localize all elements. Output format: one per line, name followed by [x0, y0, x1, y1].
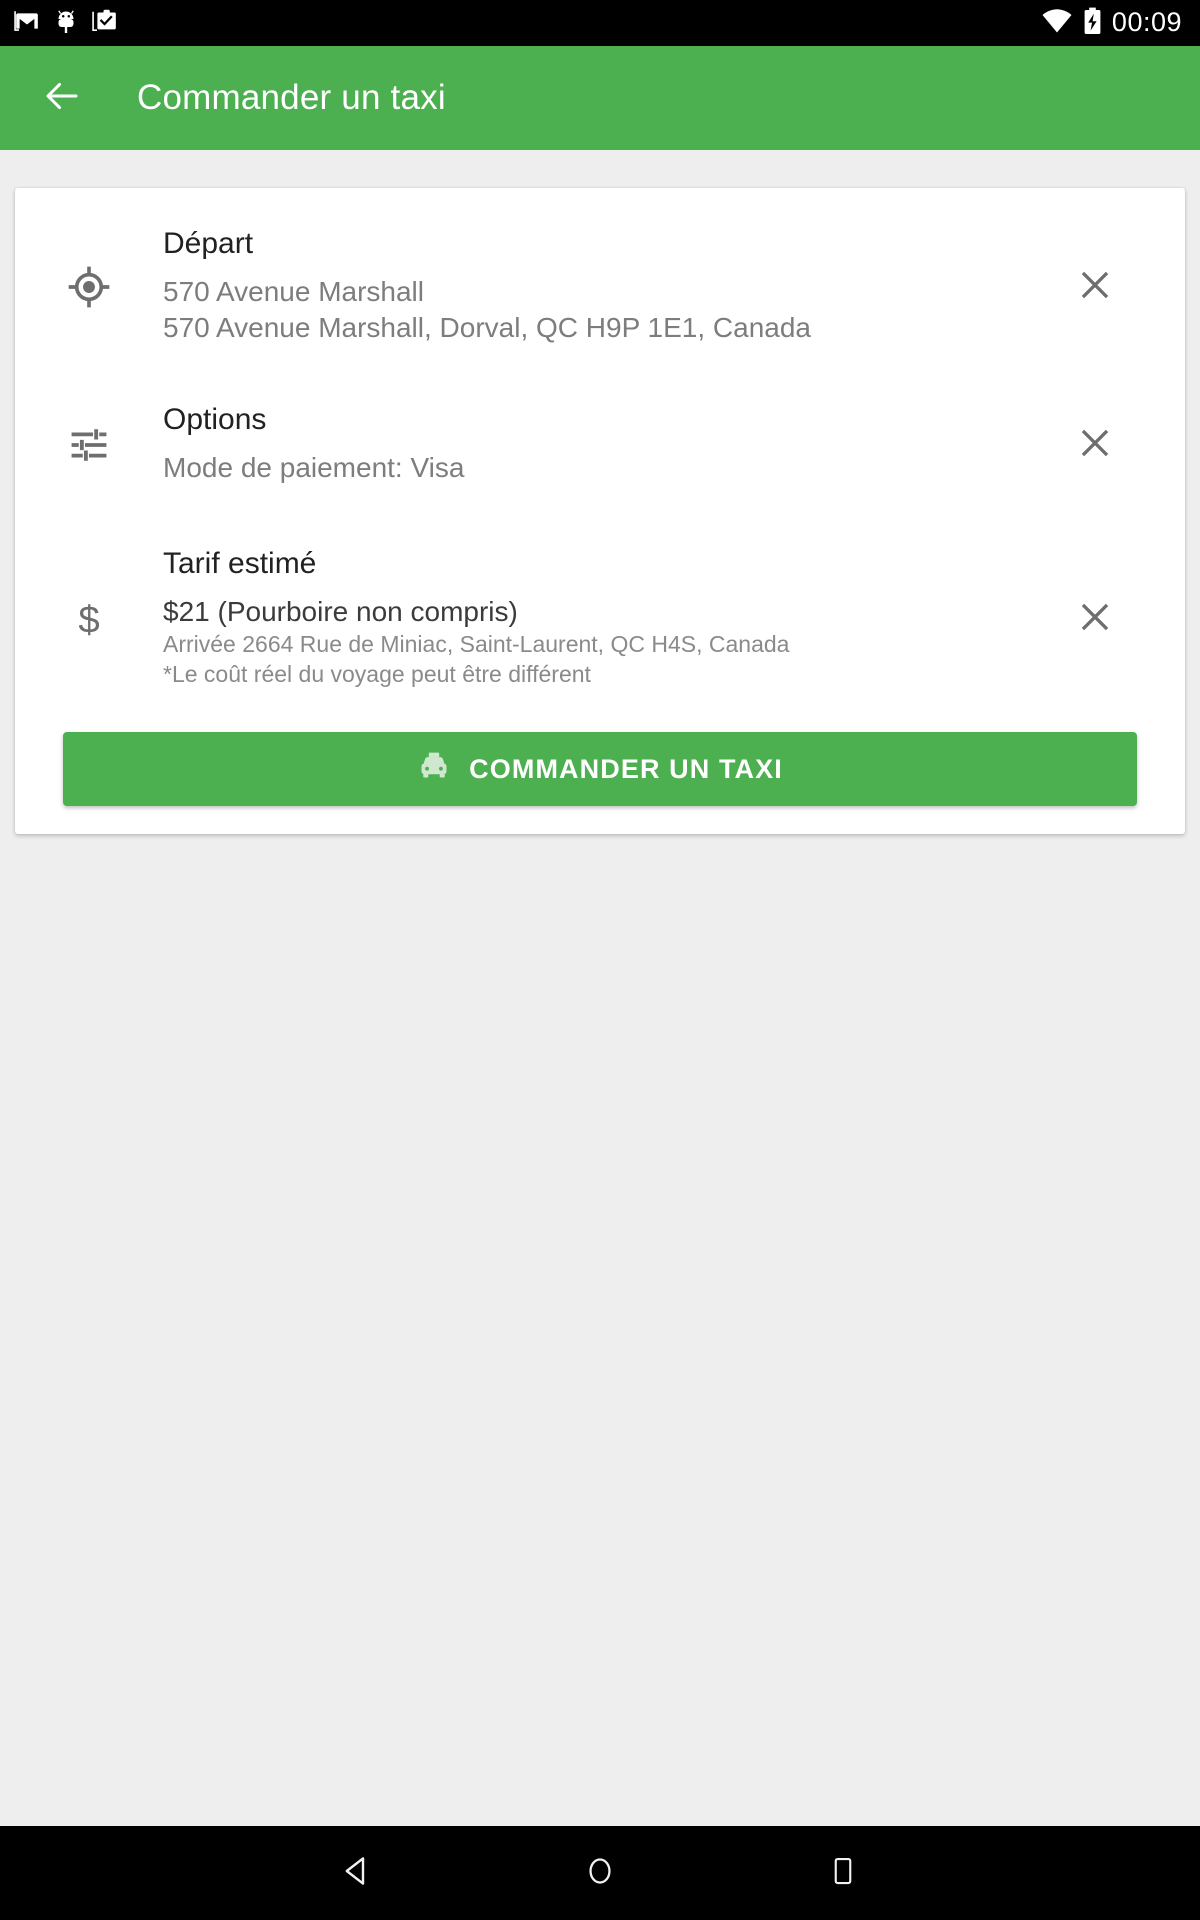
back-button[interactable] [34, 70, 90, 126]
gmail-icon [14, 8, 40, 39]
clipboard-check-icon [92, 8, 118, 39]
row-depart-address-short: 570 Avenue Marshall [163, 276, 424, 307]
row-options-payment-method: Mode de paiement: Visa [163, 451, 465, 483]
row-depart-address-full: 570 Avenue Marshall, Dorval, QC H9P 1E1,… [163, 311, 812, 343]
nav-back-triangle-icon [339, 1853, 375, 1894]
close-icon [1076, 598, 1114, 641]
app-bar: Commander un taxi [0, 46, 1200, 150]
order-taxi-button-label: COMMANDER UN TAXI [469, 753, 783, 784]
clear-depart-button[interactable] [1047, 266, 1143, 309]
order-button-container: COMMANDER UN TAXI [15, 700, 1185, 807]
status-bar-system-icons: 00:09 [1041, 7, 1182, 40]
page-title: Commander un taxi [137, 78, 446, 117]
close-icon [1076, 266, 1114, 309]
content-area: Départ 570 Avenue Marshall 570 Avenue Ma… [0, 150, 1200, 1826]
battery-charging-icon [1083, 7, 1102, 40]
row-estimated-fare-body: Tarif estimé $21 (Pourboire non compris)… [163, 549, 1047, 690]
row-options-body: Options Mode de paiement: Visa [163, 402, 1047, 486]
clear-estimated-fare-button[interactable] [1047, 598, 1143, 641]
nav-recents-button[interactable] [803, 1833, 883, 1913]
row-options-title: Options [163, 402, 267, 436]
android-navigation-bar [0, 1826, 1200, 1920]
gps-crosshair-icon [15, 264, 163, 310]
nav-recents-square-icon [828, 1853, 858, 1894]
row-estimated-fare-title: Tarif estimé [163, 547, 317, 581]
trip-details-card: Départ 570 Avenue Marshall 570 Avenue Ma… [15, 188, 1185, 835]
nav-back-button[interactable] [317, 1833, 397, 1913]
estimated-fare-amount: $21 (Pourboire non compris) [163, 596, 518, 628]
arrival-address: Arrivée 2664 Rue de Miniac, Saint-Lauren… [163, 631, 790, 658]
status-bar: 00:09 [0, 0, 1200, 46]
close-icon [1076, 424, 1114, 467]
back-arrow-icon [41, 75, 83, 122]
android-bug-icon [54, 8, 78, 39]
status-bar-clock: 00:09 [1111, 7, 1182, 37]
row-depart[interactable]: Départ 570 Avenue Marshall 570 Avenue Ma… [15, 188, 1185, 374]
row-depart-body: Départ 570 Avenue Marshall 570 Avenue Ma… [163, 229, 1047, 346]
dollar-sign-icon: $ [15, 597, 163, 643]
nav-home-button[interactable] [560, 1833, 640, 1913]
tune-sliders-icon [15, 423, 163, 467]
nav-home-circle-icon [584, 1853, 616, 1894]
wifi-icon [1041, 8, 1073, 39]
row-estimated-fare[interactable]: $ Tarif estimé $21 (Pourboire non compri… [15, 515, 1185, 700]
row-depart-title: Départ [163, 227, 254, 260]
taxi-icon [417, 749, 451, 790]
status-bar-notification-icons [14, 8, 118, 39]
svg-text:$: $ [78, 598, 99, 641]
fare-disclaimer: *Le coût réel du voyage peut être différ… [163, 661, 591, 688]
clear-options-button[interactable] [1047, 424, 1143, 467]
app-screen: 00:09 Commander un taxi Départ 570 Avenu… [0, 0, 1200, 1920]
row-options[interactable]: Options Mode de paiement: Visa [15, 374, 1185, 516]
order-taxi-button[interactable]: COMMANDER UN TAXI [63, 732, 1137, 807]
